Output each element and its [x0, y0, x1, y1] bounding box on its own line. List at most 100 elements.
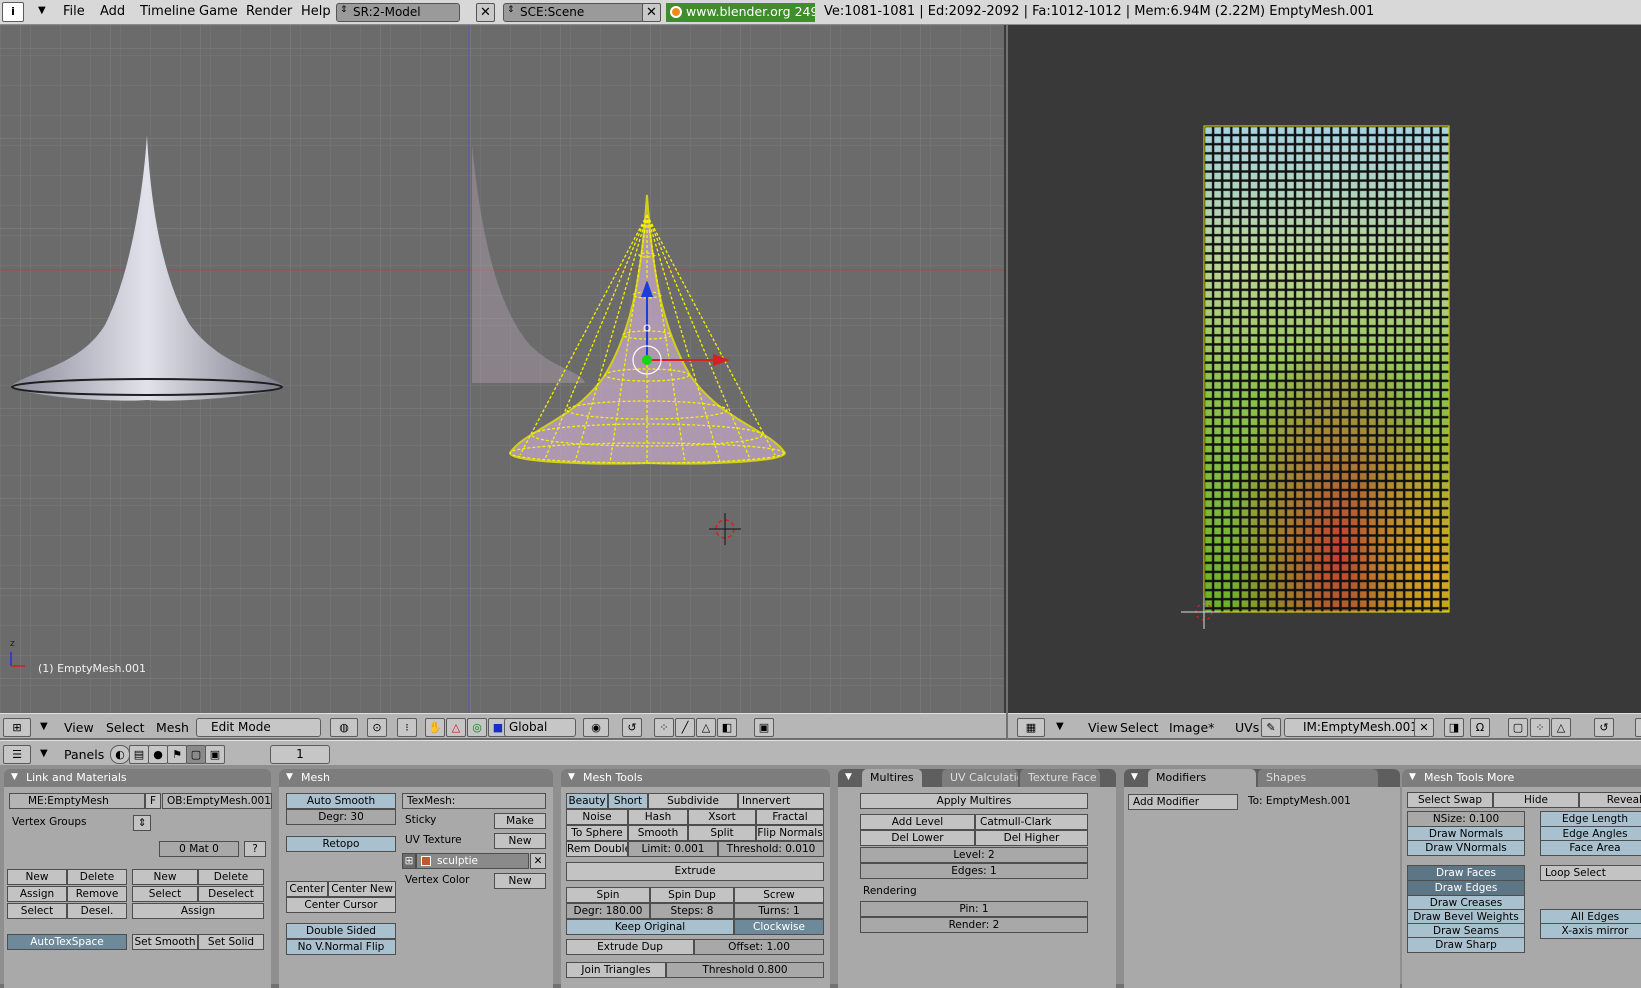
screw-turns-field[interactable]: Turns: 1 [734, 903, 824, 919]
layers-icon[interactable]: ⁝ [397, 718, 417, 737]
hash-button[interactable]: Hash [628, 809, 688, 825]
face-area-toggle[interactable]: Face Area [1540, 840, 1641, 856]
edge-length-toggle[interactable]: Edge Length [1540, 811, 1641, 827]
texmesh-field[interactable]: TexMesh: [402, 793, 546, 809]
3d-viewport[interactable]: z (1) EmptyMesh.001 [0, 25, 1006, 713]
shading-context-icon[interactable]: ● [148, 745, 168, 764]
smooth-button[interactable]: Smooth [628, 825, 688, 841]
vg-select-button[interactable]: Select [7, 903, 67, 919]
screen-selector[interactable]: SR:2-Model [336, 3, 460, 22]
join-threshold-field[interactable]: Threshold 0.800 [666, 962, 824, 978]
normal-size-field[interactable]: NSize: 0.100 [1407, 811, 1525, 827]
uv-extra-icon[interactable]: ⚙ [1635, 718, 1641, 737]
uv-texture-delete-button[interactable]: ✕ [530, 853, 546, 869]
img-menu-image[interactable]: Image* [1169, 720, 1214, 735]
split-button[interactable]: Split [688, 825, 756, 841]
screw-button[interactable]: Screw [734, 887, 824, 903]
uv-snap-icon[interactable]: Ω [1470, 718, 1490, 737]
uv-active-render-icon[interactable]: ⊞ [402, 853, 416, 869]
double-sided-toggle[interactable]: Double Sided [286, 923, 396, 939]
uv-texture-name-field[interactable]: sculptie [416, 853, 529, 869]
noise-button[interactable]: Noise [566, 809, 628, 825]
snap-icon[interactable]: ↺ [622, 718, 642, 737]
panels-menu[interactable]: Panels [64, 747, 104, 762]
vg-deselect-button[interactable]: Desel. [67, 903, 127, 919]
uv-sync-icon[interactable]: ▢ [1508, 718, 1528, 737]
pin-field[interactable]: Pin: 1 [860, 901, 1088, 917]
menu-mesh[interactable]: Mesh [156, 720, 189, 735]
uv-texture-new-button[interactable]: New [494, 833, 546, 849]
extrude-dup-button[interactable]: Extrude Dup [566, 939, 694, 955]
image-header-collapse-icon[interactable]: ▼ [1056, 721, 1064, 732]
panel-collapse-icon[interactable]: ▼ [1131, 772, 1138, 782]
screen-delete-button[interactable]: ✕ [476, 3, 495, 22]
editing-context-icon[interactable]: ▢ [186, 745, 206, 764]
threshold-field[interactable]: Threshold: 0.010 [718, 841, 824, 857]
center-new-button[interactable]: Center New [328, 881, 396, 897]
panel-title[interactable]: Mesh Tools [561, 769, 830, 787]
del-lower-button[interactable]: Del Lower [860, 830, 975, 846]
scene-context-icon[interactable]: ▣ [205, 745, 225, 764]
pivot-icon[interactable]: ⊙ [367, 718, 387, 737]
menu-timeline[interactable]: Timeline [140, 4, 195, 19]
img-menu-select[interactable]: Select [1120, 720, 1159, 735]
innervert-select[interactable]: Innervert [738, 793, 824, 809]
rotate-manipulator-icon[interactable]: △ [446, 718, 466, 737]
face-select-icon[interactable]: △ [696, 718, 716, 737]
image-pack-icon[interactable]: ◨ [1444, 718, 1464, 737]
vertex-color-new-button[interactable]: New [494, 873, 546, 889]
scene-delete-button[interactable]: ✕ [642, 3, 661, 22]
short-toggle[interactable]: Short [608, 793, 648, 809]
mode-select[interactable]: Edit Mode [196, 718, 321, 737]
hand-grab-icon[interactable]: ✋ [425, 718, 445, 737]
object-name-field[interactable]: OB:EmptyMesh.001 [162, 793, 272, 809]
beauty-toggle[interactable]: Beauty [566, 793, 608, 809]
clockwise-toggle[interactable]: Clockwise [734, 919, 824, 935]
blender-site-badge[interactable]: www.blender.org 249.2 [666, 3, 815, 22]
panel-title[interactable]: Link and Materials [4, 769, 271, 787]
tab-multires[interactable]: Multires [862, 769, 922, 787]
tab-uv-calculation[interactable]: UV Calculation [942, 769, 1018, 787]
xsort-button[interactable]: Xsort [688, 809, 756, 825]
pin-icon[interactable]: ✎ [1261, 718, 1281, 737]
material-help-button[interactable]: ? [244, 841, 266, 857]
flip-normals-button[interactable]: Flip Normals [756, 825, 824, 841]
x-axis-mirror-toggle[interactable]: X-axis mirror [1540, 923, 1641, 939]
mat-assign-button[interactable]: Assign [132, 903, 264, 919]
vg-assign-button[interactable]: Assign [7, 886, 67, 902]
join-triangles-button[interactable]: Join Triangles [566, 962, 666, 978]
reveal-button[interactable]: Reveal [1579, 792, 1641, 808]
vertex-select-icon[interactable]: ⁘ [654, 718, 674, 737]
fractal-button[interactable]: Fractal [756, 809, 824, 825]
panel-collapse-icon[interactable]: ▼ [286, 772, 293, 782]
edges-field[interactable]: Edges: 1 [860, 863, 1088, 879]
panel-collapse-icon[interactable]: ▼ [845, 772, 852, 782]
frame-field[interactable]: 1 [270, 745, 330, 764]
info-editor-icon[interactable]: i [2, 2, 24, 22]
scene-selector[interactable]: SCE:Scene [503, 3, 645, 22]
img-menu-view[interactable]: View [1088, 720, 1118, 735]
editor-type-3d-icon[interactable]: ⊞ [3, 718, 31, 737]
menu-game[interactable]: Game [199, 4, 238, 19]
uv-face-icon[interactable]: △ [1551, 718, 1571, 737]
proportional-edit-icon[interactable]: ◉ [583, 718, 609, 737]
panel-collapse-icon[interactable]: ▼ [11, 772, 18, 782]
vg-delete-button[interactable]: Delete [67, 869, 127, 885]
header-collapse-icon[interactable]: ▼ [40, 721, 48, 732]
extrude-button[interactable]: Extrude [566, 862, 824, 881]
draw-vnormals-toggle[interactable]: Draw VNormals [1407, 840, 1525, 856]
panel-title[interactable]: Mesh [279, 769, 553, 787]
autotexspace-toggle[interactable]: AutoTexSpace [7, 934, 127, 950]
object-context-icon[interactable]: ⚑ [167, 745, 187, 764]
script-context-icon[interactable]: ▤ [129, 745, 149, 764]
menu-select[interactable]: Select [106, 720, 145, 735]
spin-button[interactable]: Spin [566, 887, 650, 903]
menu-file[interactable]: File [63, 4, 85, 19]
spin-dup-button[interactable]: Spin Dup [650, 887, 734, 903]
logic-context-icon[interactable]: ◐ [110, 745, 130, 764]
vg-remove-button[interactable]: Remove [67, 886, 127, 902]
uv-image-editor[interactable] [1008, 25, 1641, 713]
panel-collapse-icon[interactable]: ▼ [568, 772, 575, 782]
material-index-field[interactable]: 0 Mat 0 [159, 841, 239, 857]
add-modifier-menu[interactable]: Add Modifier [1128, 794, 1238, 810]
